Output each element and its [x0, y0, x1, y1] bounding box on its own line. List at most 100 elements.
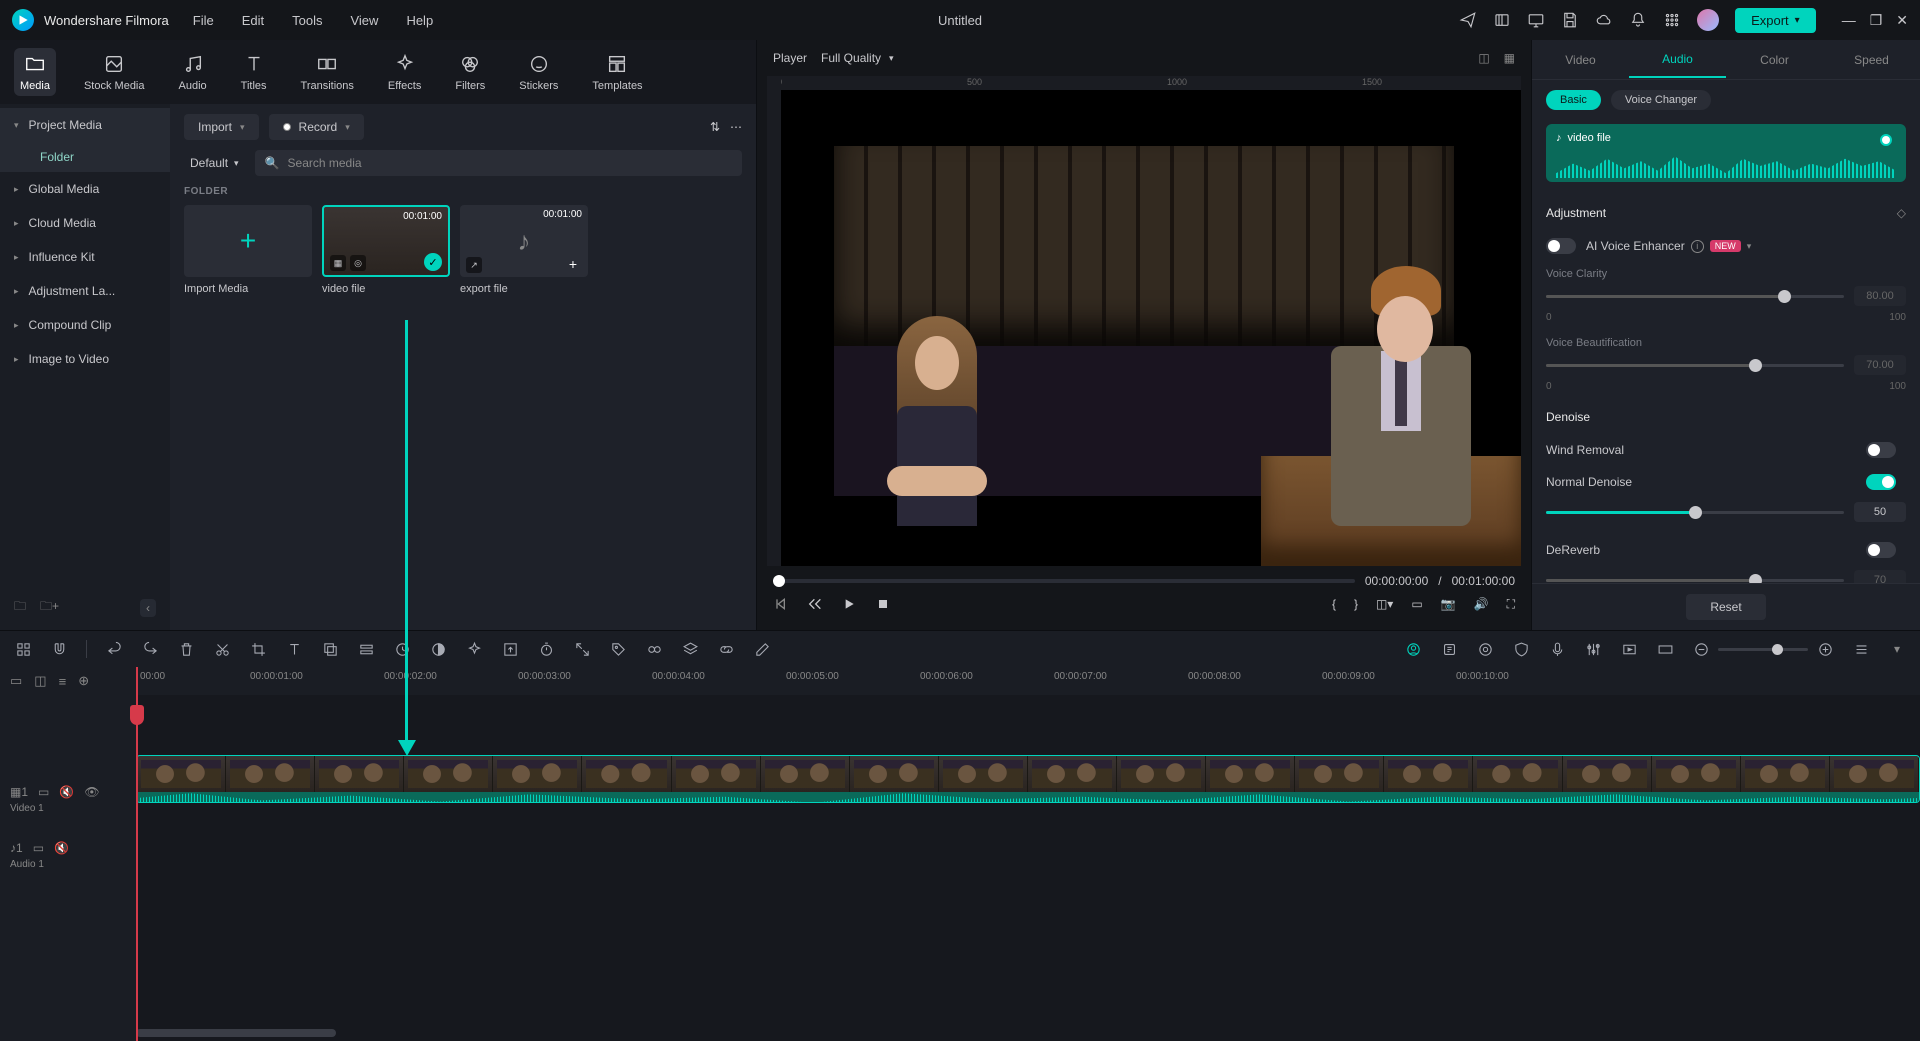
- save-icon[interactable]: [1561, 11, 1579, 29]
- tab-color[interactable]: Color: [1726, 43, 1823, 77]
- gutter-icon-2[interactable]: ◫: [34, 673, 46, 689]
- picture-icon[interactable]: ▦: [1504, 51, 1515, 65]
- mark-in-button[interactable]: {: [1332, 597, 1336, 611]
- menu-file[interactable]: File: [193, 13, 214, 28]
- audio-track-header[interactable]: ♪1▭🔇 Audio 1: [0, 827, 136, 883]
- zoom-slider[interactable]: [1718, 648, 1808, 651]
- crop-button[interactable]: [249, 640, 267, 658]
- wind-toggle[interactable]: [1866, 442, 1896, 458]
- tab-video[interactable]: Video: [1532, 43, 1629, 77]
- collapse-sidebar-button[interactable]: ‹: [140, 599, 156, 617]
- text-button[interactable]: [285, 640, 303, 658]
- menu-tools[interactable]: Tools: [292, 13, 322, 28]
- sort-icon[interactable]: ⇅: [710, 120, 720, 134]
- scrub-bar[interactable]: [773, 579, 1355, 583]
- reset-button[interactable]: Reset: [1686, 594, 1765, 620]
- cam-button[interactable]: [1476, 640, 1494, 658]
- normal-toggle[interactable]: [1866, 474, 1896, 490]
- dereverb-toggle[interactable]: [1866, 542, 1896, 558]
- mic-button[interactable]: [1548, 640, 1566, 658]
- video-track[interactable]: ▶video file: [136, 751, 1920, 807]
- snapshot-button[interactable]: 📷: [1441, 597, 1456, 611]
- menu-help[interactable]: Help: [406, 13, 433, 28]
- cut-button[interactable]: [213, 640, 231, 658]
- normal-value[interactable]: 50: [1854, 502, 1906, 522]
- magnet-icon[interactable]: [50, 640, 68, 658]
- audio-track[interactable]: [136, 807, 1920, 863]
- timeline-tracks[interactable]: 00:00 00:00:01:00 00:00:02:00 00:00:03:0…: [136, 667, 1920, 1041]
- grid-icon[interactable]: [14, 640, 32, 658]
- delete-button[interactable]: [177, 640, 195, 658]
- tab-media[interactable]: Media: [14, 48, 56, 96]
- keyframe-icon[interactable]: ◇: [1897, 206, 1906, 220]
- tag-button[interactable]: [609, 640, 627, 658]
- prev-frame-button[interactable]: [773, 596, 789, 612]
- tab-effects[interactable]: Effects: [382, 48, 427, 96]
- send-icon[interactable]: [1459, 11, 1477, 29]
- link-button[interactable]: [717, 640, 735, 658]
- quality-dropdown[interactable]: Full Quality: [821, 51, 894, 65]
- eraser-button[interactable]: [753, 640, 771, 658]
- fullscreen-button[interactable]: ⛶: [1507, 597, 1515, 612]
- layers-button[interactable]: [681, 640, 699, 658]
- ai-enhancer-toggle[interactable]: [1546, 238, 1576, 254]
- chevron-down-icon[interactable]: ▾: [1747, 241, 1752, 252]
- tab-stock[interactable]: Stock Media: [78, 48, 151, 96]
- new-bin-icon[interactable]: 🗀+: [40, 597, 59, 618]
- mute-icon[interactable]: 🔇: [59, 785, 74, 799]
- sidebar-influence-kit[interactable]: ▸Influence Kit: [0, 240, 170, 274]
- mixer-button[interactable]: [1584, 640, 1602, 658]
- timeline-ruler[interactable]: 00:00 00:00:01:00 00:00:02:00 00:00:03:0…: [136, 667, 1920, 695]
- group-button[interactable]: [645, 640, 663, 658]
- new-folder-icon[interactable]: 🗀: [14, 597, 26, 618]
- close-button[interactable]: ✕: [1896, 12, 1908, 29]
- list-icon[interactable]: [1852, 640, 1870, 658]
- export-clip-button[interactable]: [501, 640, 519, 658]
- record-button[interactable]: Record: [269, 114, 364, 140]
- copy-button[interactable]: [321, 640, 339, 658]
- layout-icon[interactable]: ◫▾: [1376, 597, 1393, 611]
- speed-button[interactable]: [393, 640, 411, 658]
- waveform-marker[interactable]: [1880, 134, 1892, 146]
- play-button[interactable]: [841, 596, 857, 612]
- rewind-button[interactable]: [807, 596, 823, 612]
- video-clip[interactable]: ▶video file: [136, 755, 1920, 803]
- gutter-icon-3[interactable]: ≡: [59, 674, 67, 689]
- sidebar-image-to-video[interactable]: ▸Image to Video: [0, 342, 170, 376]
- export-file-tile[interactable]: 00:01:00 ♪ ↗ + export file: [460, 205, 588, 295]
- sidebar-project-media[interactable]: ▾Project Media: [0, 108, 170, 142]
- minimize-button[interactable]: —: [1842, 12, 1856, 29]
- menu-view[interactable]: View: [350, 13, 378, 28]
- tab-speed[interactable]: Speed: [1823, 43, 1920, 77]
- tab-audio[interactable]: Audio: [1629, 42, 1726, 78]
- stop-button[interactable]: [875, 596, 891, 612]
- sort-default-dropdown[interactable]: Default: [184, 152, 245, 174]
- green-screen-button[interactable]: [1404, 640, 1422, 658]
- menu-edit[interactable]: Edit: [242, 13, 264, 28]
- color-button[interactable]: [429, 640, 447, 658]
- subtab-basic[interactable]: Basic: [1546, 90, 1601, 110]
- tab-titles[interactable]: Titles: [235, 48, 273, 96]
- horizontal-scrollbar[interactable]: [136, 1029, 336, 1037]
- library-icon[interactable]: [1493, 11, 1511, 29]
- add-icon[interactable]: +: [564, 255, 582, 273]
- volume-button[interactable]: 🔊: [1474, 597, 1489, 611]
- desktop-icon[interactable]: [1527, 11, 1545, 29]
- add-icon[interactable]: ▭: [33, 841, 44, 855]
- mark-out-button[interactable]: }: [1354, 597, 1358, 611]
- sidebar-adjustment[interactable]: ▸Adjustment La...: [0, 274, 170, 308]
- player-viewport[interactable]: 0 500 1000 1500: [767, 76, 1521, 566]
- sidebar-global-media[interactable]: ▸Global Media: [0, 172, 170, 206]
- user-avatar[interactable]: [1697, 9, 1719, 31]
- sidebar-folder[interactable]: Folder: [0, 142, 170, 172]
- undo-button[interactable]: [105, 640, 123, 658]
- cloud-icon[interactable]: [1595, 11, 1613, 29]
- sidebar-cloud-media[interactable]: ▸Cloud Media: [0, 206, 170, 240]
- apps-icon[interactable]: [1663, 11, 1681, 29]
- tab-transitions[interactable]: Transitions: [295, 48, 360, 96]
- compare-icon[interactable]: ◫: [1478, 51, 1489, 65]
- shield-button[interactable]: [1512, 640, 1530, 658]
- zoom-in-button[interactable]: [1816, 640, 1834, 658]
- playhead[interactable]: [136, 667, 138, 1041]
- aspect-button[interactable]: [1656, 640, 1674, 658]
